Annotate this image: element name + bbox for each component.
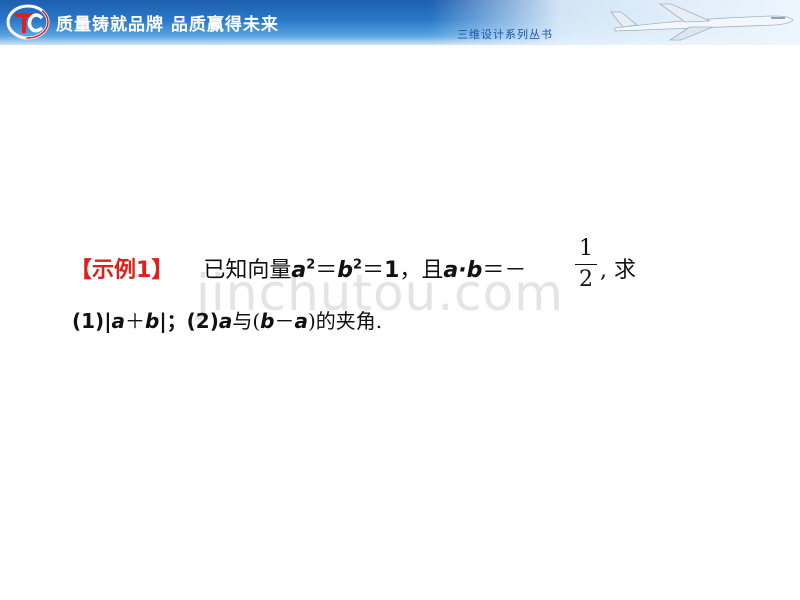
fraction-one-half: 1 2 [575, 236, 597, 293]
header-banner: 质量铸就品牌 品质赢得未来 三维设计系列丛书 [0, 0, 800, 45]
problem-line-1-tail: , 求 [600, 258, 636, 283]
fraction-numerator: 1 [579, 236, 593, 261]
fraction-bar [575, 264, 597, 265]
problem-line-2: (1)|a＋b|；(2)a与(b－a)的夹角. [72, 309, 383, 333]
header-slogan: 质量铸就品牌 品质赢得未来 [56, 15, 279, 35]
example-tag: 【示例1】 [70, 257, 174, 283]
tc-logo-icon [6, 4, 50, 40]
airplane-icon [610, 3, 794, 41]
problem-line-1: 【示例1】 已知向量a2＝b2＝1，且a·b＝－ [70, 257, 527, 283]
series-title: 三维设计系列丛书 [457, 28, 553, 41]
fraction-denominator: 2 [579, 267, 593, 292]
